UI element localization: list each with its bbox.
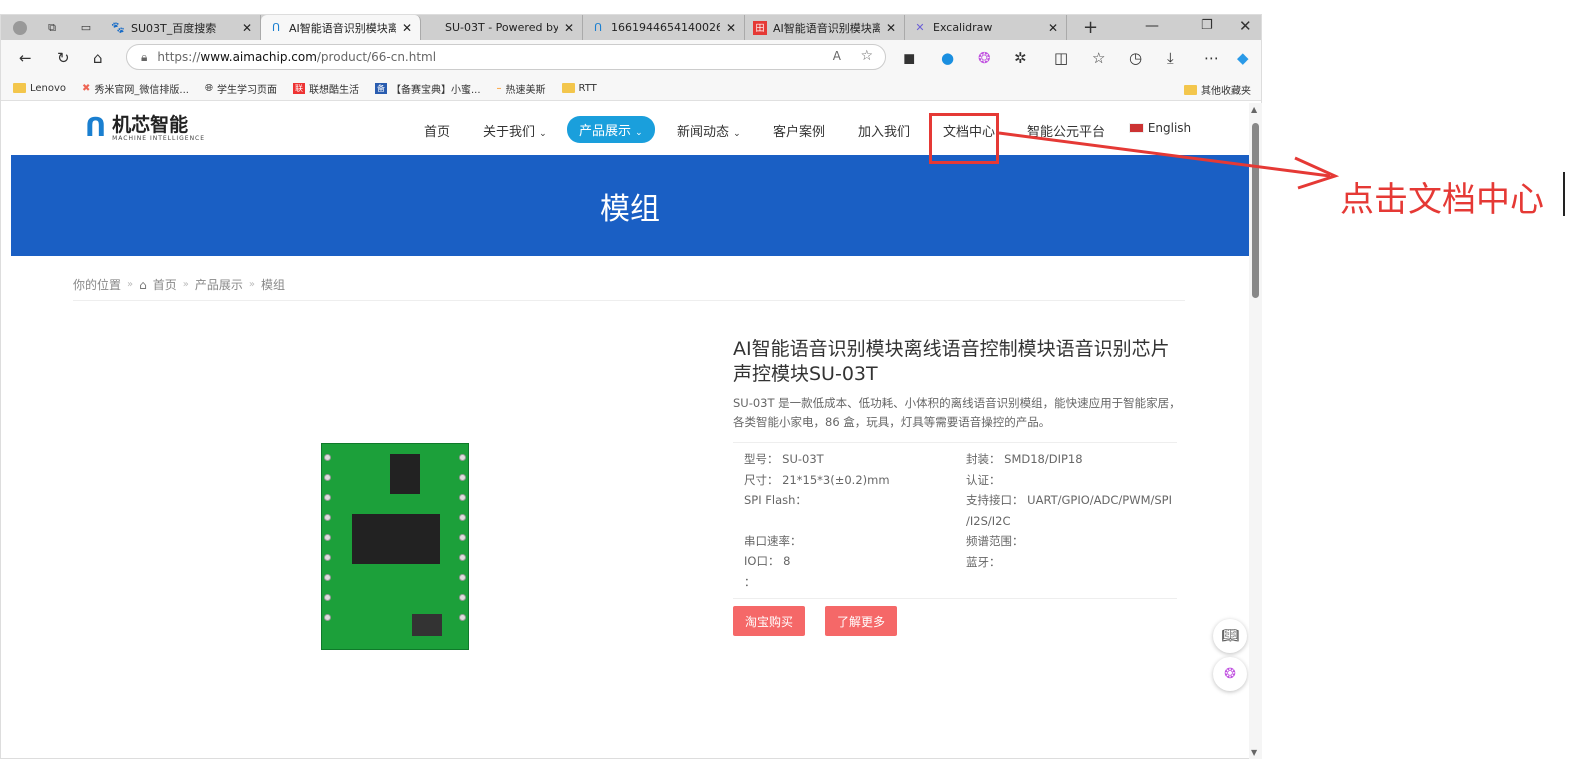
annotation-text: 点击文档中心 — [1340, 180, 1544, 220]
annotation-arrow — [998, 131, 1340, 190]
text-cursor — [1563, 172, 1565, 216]
